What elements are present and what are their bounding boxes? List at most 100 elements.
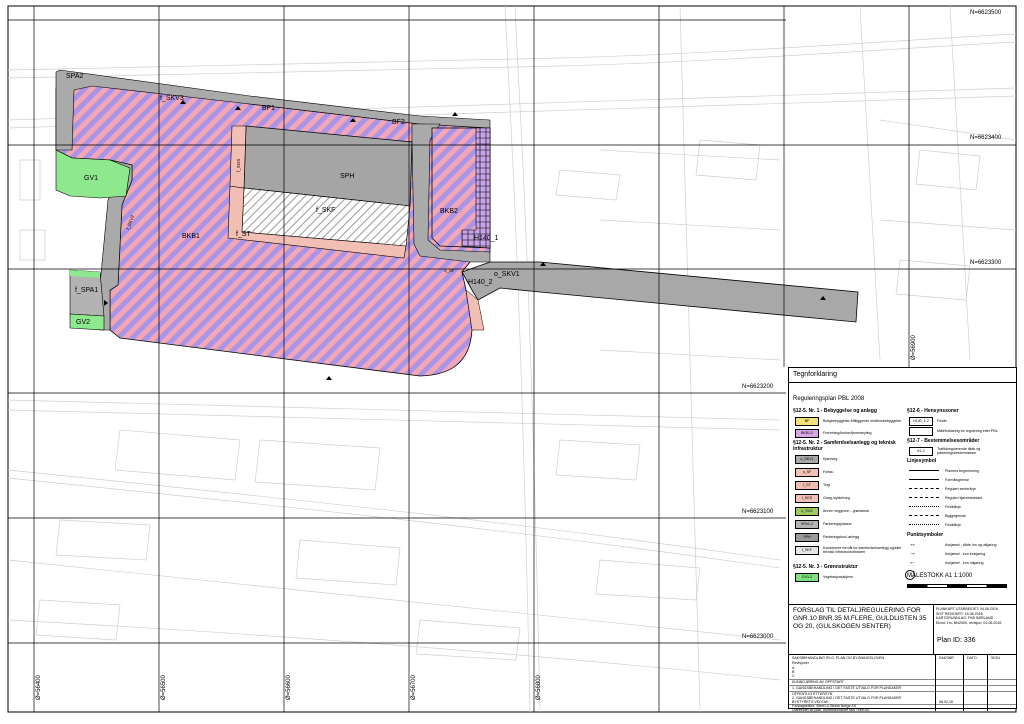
legend-swatch: o_SF xyxy=(795,467,819,477)
legend-item-label: Annen veggrunn - grøntareal xyxy=(823,509,869,513)
coord-n-6623200: N=6623200 xyxy=(742,384,774,390)
legend-line-label: Planens begrensning xyxy=(945,468,979,473)
legend-item-label: Frisikt xyxy=(937,419,947,423)
legend-line-label: Byggegrense xyxy=(945,513,967,518)
legend-item-f-st: f_ST Torg xyxy=(795,480,903,490)
legend-swatch: SPH xyxy=(795,532,819,542)
label-gv1: GV1 xyxy=(84,175,98,182)
label-bf2: BF2 xyxy=(392,119,405,126)
legend-swatch: BF xyxy=(795,416,819,426)
legend-line-label: Regulert kjørebanekant xyxy=(945,495,983,500)
scale-label: MÅLESTOKK A1 1:1000 xyxy=(907,573,973,579)
rev-label: Revisjoner xyxy=(792,661,809,665)
plan-id: Plan ID: 336 xyxy=(937,637,976,644)
legend-line-item: Regulert senterlinje xyxy=(909,484,976,493)
legend-line-item: Regulert kjørebanekant xyxy=(909,493,982,502)
legend-item-trafikk: #1-2 Trafikkregulerende tiltak og parker… xyxy=(909,446,1015,456)
legend-line-item: Planens begrensning xyxy=(909,466,979,475)
label-f-skf: f_SKF xyxy=(316,207,335,214)
legend-swatch: #1-2 xyxy=(909,446,933,456)
legend-line-swatch xyxy=(909,506,939,507)
legend-point-item: ← Avkjørsel - kun utkjøring xyxy=(909,558,983,567)
legend-line-item: Frisiktlinje xyxy=(909,520,961,529)
legend-item-label: Fortau xyxy=(823,470,834,474)
legend-line-item: Formålsgrense xyxy=(909,475,969,484)
access-arrow-icon: ← xyxy=(909,559,916,566)
legend-subtitle: Reguleringsplan PBL 2008 xyxy=(793,396,865,402)
legend-item-label: Parkeringsplasser xyxy=(823,522,852,526)
coord-n-6623100: N=6623100 xyxy=(742,509,774,515)
legend-line-label: Frisiktlinje xyxy=(945,504,961,509)
title-side-info: PLANKART UTARBEIDET: 04.06.2016 SIST REV… xyxy=(933,605,1017,655)
legend-sec5: §12-7 - Bestemmelsesområder xyxy=(907,438,980,444)
label-spa2: SPA2 xyxy=(66,73,83,80)
rev-col-divider xyxy=(963,655,964,711)
legend-point-label: Avkjørsel - kun innkjøring xyxy=(945,551,986,556)
label-f-st: f_ST xyxy=(236,231,252,238)
label-o-sf: o_SF xyxy=(444,268,455,273)
coord-e-56700: Ø=56700 xyxy=(411,674,417,700)
legend-title: Tegnforklaring xyxy=(793,371,837,378)
zone-f-sgs xyxy=(229,125,247,189)
label-bkb2: BKB2 xyxy=(440,208,458,215)
legend-panel: Tegnforklaring Reguleringsplan PBL 2008 … xyxy=(788,367,1017,712)
coord-n-6623400: N=6623400 xyxy=(970,135,1002,141)
legend-item-label: Torg xyxy=(823,483,830,487)
title-block: FORSLAG TIL DETALJREGULERING FOR GNR.10 … xyxy=(789,604,1017,655)
legend-line-swatch xyxy=(909,524,939,525)
legend-point-item: ↔ Avkjørsel - både inn og utkjøring xyxy=(909,540,996,549)
side-info-line: Ekvid: 1m, NN2000, revisjon: 01.06.2016 xyxy=(936,620,1002,625)
legend-point-label: Avkjørsel - kun utkjøring xyxy=(945,560,984,565)
rev-col-sign: SIGN xyxy=(991,656,1000,660)
legend-line-item: Frisiktlinje xyxy=(909,502,961,511)
legend-sec2: §12-5. Nr. 2 - Samferdselsanlegg og tekn… xyxy=(793,440,896,452)
legend-item-sph: SPH Parkeringshus/-anlegg xyxy=(795,532,903,542)
north-arrow-icon: ↑ xyxy=(905,570,915,580)
label-o-skv1: o_SKV1 xyxy=(494,271,520,278)
legend-line-swatch xyxy=(909,488,939,489)
legend-item-label: Parkeringshus/-anlegg xyxy=(823,535,859,539)
legend-item-h140: H140_1-2 Frisikt xyxy=(909,416,1015,426)
legend-swatch xyxy=(909,426,933,436)
legend-line-label: Formålsgrense xyxy=(945,477,969,482)
legend-swatch: f_SGS xyxy=(795,493,819,503)
label-h140-2: H140_2 xyxy=(468,279,493,286)
access-arrow-icon: → xyxy=(909,550,916,557)
legend-item-o-skv1: o_SKV1 Kjøreveg xyxy=(795,454,903,464)
label-bf1: BF1 xyxy=(262,105,275,112)
legend-item-label: Vegetasjonsskjerm xyxy=(823,575,854,579)
rev-c: C xyxy=(792,674,795,678)
rev-row: 1. GANGSBEHANDLING I DET FASTE UTVALG FO… xyxy=(792,686,902,690)
legend-line-swatch xyxy=(909,470,939,471)
legend-line-label: Frisiktlinje xyxy=(945,522,961,527)
legend-item-label: Gang-/sykkelveg xyxy=(823,496,850,500)
coord-e-56900: Ø=56900 xyxy=(911,334,917,360)
rev-col-divider xyxy=(987,655,988,711)
legend-line-swatch xyxy=(909,479,939,480)
legend-points-heading: Punktsymboler xyxy=(907,532,944,538)
legend-item-maal: Måleforklaring for regulering etter PBL xyxy=(909,426,1015,436)
legend-item-spa1-2: SPA1-2 Parkeringsplasser xyxy=(795,519,903,529)
plan-sheet: N=6623500 N=6623400 N=6623300 N=6623200 … xyxy=(0,0,1024,719)
legend-item-label: Måleforklaring for regulering etter PBL xyxy=(937,429,998,433)
scale-bar xyxy=(907,584,1007,588)
legend-swatch: BKB1-2 xyxy=(795,428,819,438)
legend-item-o-svg: o_SVG Annen veggrunn - grøntareal xyxy=(795,506,903,516)
legend-item-gv: GV1-2 Vegetasjonsskjerm xyxy=(795,572,903,582)
legend-item-f-sgs: f_SGS Gang-/sykkelveg xyxy=(795,493,903,503)
coord-n-6623000: N=6623000 xyxy=(742,634,774,640)
legend-swatch: GV1-2 xyxy=(795,572,819,582)
label-f-sgs: f_SGS xyxy=(236,159,241,172)
rev-col-dato: DATO xyxy=(967,656,977,660)
coord-e-56400: Ø=56400 xyxy=(36,674,42,700)
coord-e-56500: Ø=56500 xyxy=(161,674,167,700)
access-arrow-icon: ↔ xyxy=(909,541,916,548)
legend-line-label: Regulert senterlinje xyxy=(945,486,976,491)
legend-swatch: o_SVG xyxy=(795,506,819,516)
legend-item-label: Forretning/kontor/tjenesteyting xyxy=(823,431,872,435)
coord-n-6623500: N=6623500 xyxy=(970,10,1002,16)
coord-e-56600: Ø=56600 xyxy=(286,674,292,700)
legend-item-label: Trafikkregulerende tiltak og parkeringsb… xyxy=(937,447,981,455)
legend-sec4: §12-6 - Hensynssoner xyxy=(907,408,959,414)
label-gv2: GV2 xyxy=(76,319,90,326)
